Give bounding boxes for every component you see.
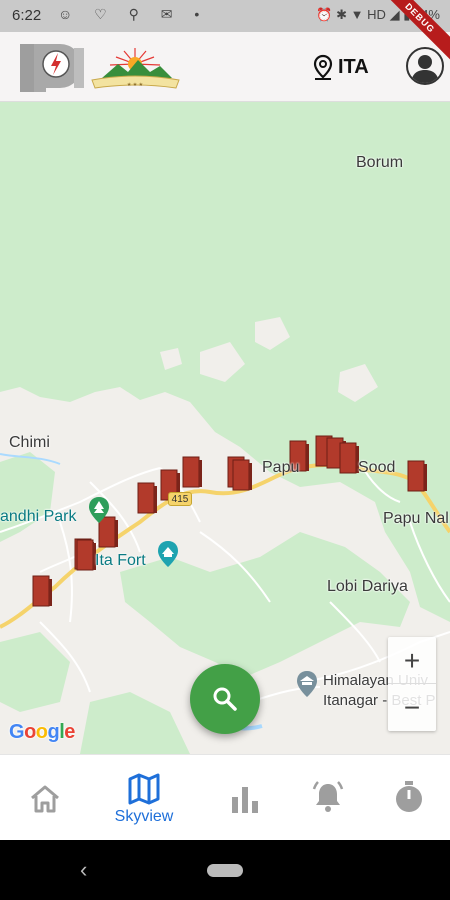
tower-marker[interactable] [32, 575, 52, 607]
search-fab-button[interactable] [190, 664, 260, 734]
svg-text:★ ★ ★: ★ ★ ★ [127, 82, 144, 88]
search-icon [213, 687, 237, 711]
map-label-papu: Papu [262, 459, 300, 476]
map-label-borum: Borum [356, 154, 404, 171]
nav-item-stats[interactable] [200, 755, 290, 841]
markers-layer [32, 435, 427, 607]
system-navigation-bar: ‹ [0, 840, 450, 900]
status-notification-icons: ☺ ♡ ⚲ ✉ • [58, 6, 209, 22]
park-pin-icon[interactable] [88, 496, 110, 524]
map-label-ita-fort: Ita Fort [95, 552, 146, 569]
tower-marker[interactable] [232, 459, 252, 491]
nav-label-skyview: Skyview [114, 808, 174, 825]
map-label-lobi-dariya: Lobi Dariya [327, 578, 408, 595]
back-icon[interactable]: ‹ [80, 857, 87, 883]
network-type: HD [367, 7, 386, 22]
nav-item-alerts[interactable] [283, 755, 373, 841]
wifi-icon: ▼ [350, 7, 364, 22]
status-bar: 6:22 ☺ ♡ ⚲ ✉ • ⏰ ✱ ▼ HD ◢ ▮ 64% DEBUG [0, 0, 450, 67]
tower-marker[interactable] [76, 539, 96, 571]
alarm-icon: ⏰ [316, 7, 333, 22]
zoom-in-button[interactable]: + [388, 637, 436, 684]
nav-item-skyview[interactable]: Skyview [99, 755, 189, 841]
bottom-navigation: Skyview [0, 754, 450, 840]
bar-chart-icon [232, 787, 258, 813]
nav-item-home[interactable] [0, 755, 90, 841]
google-logo: Google [9, 721, 75, 743]
map-label-gandhi-park: andhi Park [0, 508, 77, 525]
state-emblem-logo: ★ ★ ★ [91, 48, 180, 89]
timer-icon [396, 781, 422, 812]
tower-marker[interactable] [182, 456, 202, 488]
home-icon [31, 785, 59, 813]
signal-icon: ◢ [389, 7, 400, 22]
road-number-badge: 415 [168, 492, 192, 506]
power-department-logo [20, 44, 84, 92]
app-header: ★ ★ ★ ITA [0, 32, 450, 102]
location-code: ITA [338, 55, 369, 78]
map-icon [128, 773, 160, 805]
tower-marker[interactable] [137, 482, 157, 514]
map-label-sood: Sood [358, 459, 396, 476]
map-label-chimi: Chimi [9, 434, 50, 451]
university-pin-icon[interactable] [296, 670, 318, 698]
tower-marker[interactable] [407, 460, 427, 492]
location-selector[interactable]: ITA [312, 50, 369, 84]
zoom-out-button[interactable]: − [388, 684, 436, 731]
location-pin-icon [313, 54, 333, 80]
home-pill-button[interactable] [207, 864, 243, 877]
profile-avatar-button[interactable] [406, 47, 444, 85]
person-icon [411, 55, 439, 83]
bluetooth-icon: ✱ [336, 7, 348, 22]
landmark-pin-icon[interactable] [157, 540, 179, 568]
zoom-controls: + − [388, 637, 436, 731]
tower-marker[interactable] [339, 442, 359, 474]
nav-item-timer[interactable] [364, 755, 450, 841]
bell-alert-icon [312, 781, 344, 812]
map-view[interactable]: 415 Borum Chimi Papu Sood Papu Nal Lobi … [0, 102, 450, 754]
map-label-papu-nal: Papu Nal [383, 510, 449, 527]
status-time: 6:22 [12, 7, 42, 24]
